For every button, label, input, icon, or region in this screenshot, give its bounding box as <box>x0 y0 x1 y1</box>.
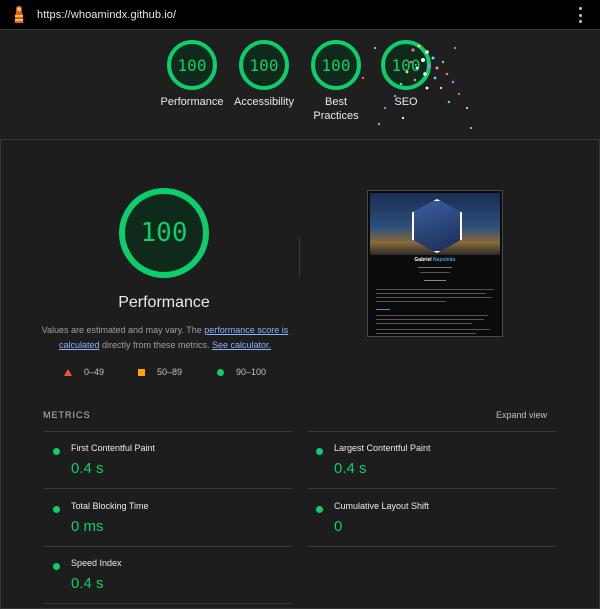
metrics-divider <box>307 431 556 432</box>
thumbnail-line <box>424 280 446 281</box>
metric-label: Total Blocking Time <box>71 501 149 511</box>
metric-value: 0.4 s <box>334 460 367 477</box>
metrics-divider <box>307 488 556 489</box>
metric-value: 0.4 s <box>71 575 104 592</box>
gauge-seo-score: 100 <box>381 40 431 90</box>
fail-triangle-icon <box>64 368 72 376</box>
pass-circle-icon <box>53 506 60 513</box>
metric-label: Cumulative Layout Shift <box>334 501 430 511</box>
performance-score-gauge: 100 <box>119 188 209 278</box>
thumbnail-line <box>376 323 472 324</box>
pass-circle-icon <box>53 563 60 570</box>
metric-label: Speed Index <box>71 558 122 568</box>
thumbnail-name: Gabriel Napoleão <box>368 257 502 263</box>
thumbnail-line <box>376 333 476 334</box>
thumbnail-line <box>376 319 484 320</box>
thumbnail-first-name: Gabriel <box>414 257 432 263</box>
pass-circle-icon <box>316 448 323 455</box>
gauge-accessibility[interactable]: 100 Accessibility <box>227 40 301 109</box>
section-divider <box>299 237 300 277</box>
gauge-seo[interactable]: 100 SEO <box>369 40 443 109</box>
thumbnail-line <box>376 297 492 298</box>
gauge-seo-label: SEO <box>394 96 418 108</box>
metric-label: Largest Contentful Paint <box>334 443 431 453</box>
legend-average: 50–89 <box>138 367 182 377</box>
metrics-divider <box>43 431 292 432</box>
legend-average-range: 50–89 <box>157 367 183 377</box>
legend-fail-range: 0–49 <box>84 367 105 377</box>
legend-fail: 0–49 <box>64 367 104 377</box>
thumbnail-line <box>376 289 494 290</box>
gauge-best-practices[interactable]: 100 Best Practices <box>298 40 374 123</box>
metrics-divider <box>43 546 292 547</box>
gauge-performance-score: 100 <box>167 40 217 90</box>
expand-view-button[interactable]: Expand view <box>496 410 547 420</box>
report-url: https://whoamindx.github.io/ <box>37 8 177 21</box>
kebab-menu-icon[interactable] <box>578 7 582 23</box>
thumbnail-line <box>418 267 452 268</box>
thumbnail-line <box>376 301 446 302</box>
metrics-heading: METRICS <box>43 410 91 420</box>
metric-value: 0.4 s <box>71 460 104 477</box>
performance-title: Performance <box>118 294 210 311</box>
pass-circle-icon <box>316 506 323 513</box>
thumbnail-line <box>376 315 488 316</box>
note-middle: directly from these metrics. <box>99 340 212 350</box>
page-screenshot-thumbnail[interactable]: Gabriel Napoleão <box>367 190 503 337</box>
gauge-best-practices-label: Best Practices <box>313 96 359 122</box>
metric-label: First Contentful Paint <box>71 443 156 453</box>
top-bar: https://whoamindx.github.io/ <box>0 0 600 30</box>
gauge-best-practices-score: 100 <box>311 40 361 90</box>
metric-value: 0 <box>334 518 343 535</box>
gauge-accessibility-score: 100 <box>239 40 289 90</box>
metric-value: 0 ms <box>71 518 104 535</box>
gauge-accessibility-label: Accessibility <box>234 96 294 108</box>
thumbnail-line <box>376 309 390 310</box>
gauge-performance-label: Performance <box>160 96 224 108</box>
see-calculator-link[interactable]: See calculator. <box>212 340 271 350</box>
metrics-divider <box>43 488 292 489</box>
thumbnail-line <box>420 272 450 273</box>
metrics-divider <box>307 546 556 547</box>
thumbnail-line <box>376 293 486 294</box>
lighthouse-icon <box>9 4 29 25</box>
note-prefix: Values are estimated and may vary. The <box>41 325 205 335</box>
legend-pass-range: 90–100 <box>236 367 267 377</box>
score-summary: 100 Performance 100 Accessibility 100 Be… <box>0 30 600 140</box>
metrics-divider <box>43 603 292 604</box>
pass-circle-icon <box>217 368 224 376</box>
legend-pass: 90–100 <box>217 367 266 377</box>
average-square-icon <box>138 368 145 376</box>
thumbnail-line <box>376 329 490 330</box>
performance-note: Values are estimated and may vary. The p… <box>40 323 290 353</box>
thumbnail-last-name: Napoleão <box>433 257 456 263</box>
gauge-performance[interactable]: 100 Performance <box>155 40 229 109</box>
pass-circle-icon <box>53 448 60 455</box>
